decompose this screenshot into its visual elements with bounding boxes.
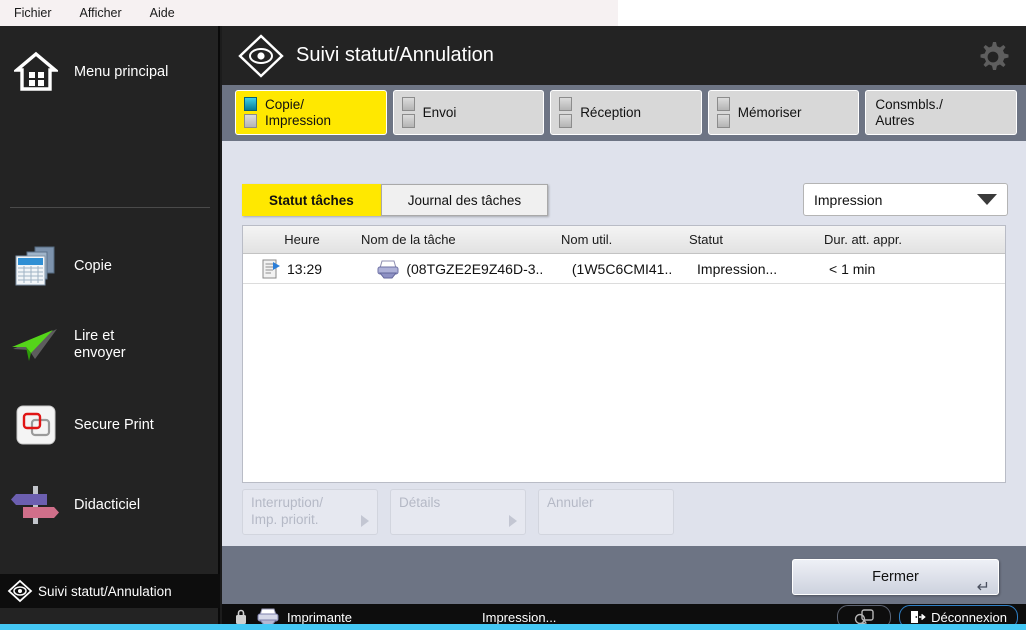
filter-selected-value: Impression xyxy=(814,192,977,208)
table-row[interactable]: 13:29 (08TGZE2E9Z46D-3.. (1W5C6CMI41.. I… xyxy=(243,254,1005,284)
subtab-journal-des-taches[interactable]: Journal des tâches xyxy=(381,184,548,216)
tutorial-signpost-icon xyxy=(8,477,64,533)
cell-nom-util: (1W5C6CMI41.. xyxy=(572,261,697,277)
cell-duree: < 1 min xyxy=(829,261,1005,277)
tab-indicator-a xyxy=(402,97,415,111)
cell-heure: 13:29 xyxy=(243,258,376,280)
column-header-heure: Heure xyxy=(243,232,361,247)
tab-reception[interactable]: Réception xyxy=(550,90,702,135)
logout-label: Déconnexion xyxy=(931,610,1007,625)
sidebar-item-menu-principal[interactable]: Menu principal xyxy=(0,42,220,102)
eye-diamond-icon xyxy=(6,579,34,603)
cell-nom-tache: (08TGZE2E9Z46D-3.. xyxy=(376,258,572,280)
gear-icon[interactable] xyxy=(976,40,1010,74)
sidebar-item-label: Secure Print xyxy=(74,417,154,434)
tab-consommables-autres[interactable]: Consmbls./ Autres xyxy=(865,90,1017,135)
sidebar-item-didacticiel[interactable]: Didacticiel xyxy=(0,476,220,534)
main-panel: Suivi statut/Annulation Copie/ Impressio… xyxy=(222,26,1026,630)
cell-statut: Impression... xyxy=(697,261,829,277)
tab-indicator-print xyxy=(244,114,257,128)
arrow-right-icon xyxy=(361,515,369,527)
action-label: Interruption/ Imp. priorit. xyxy=(251,494,369,528)
close-button[interactable]: Fermer xyxy=(792,559,999,595)
action-label: Détails xyxy=(399,494,517,511)
column-header-nom-util: Nom util. xyxy=(561,232,689,247)
tab-indicator-b xyxy=(717,114,730,128)
sub-tab-group: Statut tâches Journal des tâches xyxy=(242,184,548,216)
app-frame: Menu principal xyxy=(0,26,1026,630)
status-job-text: Impression... xyxy=(482,610,556,625)
tab-label: Réception xyxy=(580,105,641,121)
cell-heure-text: 13:29 xyxy=(287,261,322,277)
tab-indicator-a xyxy=(717,97,730,111)
column-header-nom-tache: Nom de la tâche xyxy=(361,232,561,247)
menu-bar: Fichier Afficher Aide xyxy=(0,0,618,26)
tab-envoi[interactable]: Envoi xyxy=(393,90,545,135)
column-header-duree: Dur. att. appr. xyxy=(824,232,1004,247)
interruption-priority-print-button[interactable]: Interruption/ Imp. priorit. xyxy=(242,489,378,535)
table-header-row: Heure Nom de la tâche Nom util. Statut D… xyxy=(243,226,1005,254)
tab-indicators xyxy=(559,97,572,128)
cell-nom-tache-text: (08TGZE2E9Z46D-3.. xyxy=(406,261,543,277)
tab-label: Copie/ Impression xyxy=(265,97,331,129)
tab-indicator-b xyxy=(402,114,415,128)
menu-item-afficher[interactable]: Afficher xyxy=(80,6,122,20)
tab-label: Envoi xyxy=(423,105,457,121)
sidebar-item-copie[interactable]: Copie xyxy=(0,237,220,295)
secure-print-icon xyxy=(8,397,64,453)
arrow-right-icon xyxy=(509,515,517,527)
sidebar-item-lire-et-envoyer[interactable]: Lire et envoyer xyxy=(0,316,220,374)
sidebar: Menu principal xyxy=(0,26,220,630)
printer-job-icon xyxy=(376,258,400,280)
job-list-table: Heure Nom de la tâche Nom util. Statut D… xyxy=(242,225,1006,483)
column-header-statut: Statut xyxy=(689,232,824,247)
sidebar-divider xyxy=(10,207,210,208)
main-header: Suivi statut/Annulation xyxy=(222,26,1026,85)
content-panel: Statut tâches Journal des tâches Impress… xyxy=(222,141,1026,546)
document-print-icon xyxy=(261,258,281,280)
job-type-filter-select[interactable]: Impression xyxy=(803,183,1008,216)
sidebar-item-label: Didacticiel xyxy=(74,497,140,514)
tab-copie-impression[interactable]: Copie/ Impression xyxy=(235,90,387,135)
tab-indicator-a xyxy=(559,97,572,111)
sidebar-item-label: Copie xyxy=(74,258,112,275)
footer-bar: Fermer ↵ xyxy=(222,546,1026,604)
action-label: Annuler xyxy=(547,494,665,511)
menu-bar-filler xyxy=(618,0,1026,26)
eye-diamond-icon xyxy=(236,33,286,79)
cancel-button[interactable]: Annuler xyxy=(538,489,674,535)
tab-indicator-b xyxy=(559,114,572,128)
subtab-statut-taches[interactable]: Statut tâches xyxy=(242,184,381,216)
tab-strip: Copie/ Impression Envoi Réception xyxy=(222,85,1026,141)
enter-key-glyph: ↵ xyxy=(977,580,990,596)
page-title: Suivi statut/Annulation xyxy=(296,44,494,67)
status-device-label: Imprimante xyxy=(287,610,352,625)
tab-label: Mémoriser xyxy=(738,105,802,121)
sidebar-item-label: Lire et envoyer xyxy=(74,328,126,362)
home-icon xyxy=(8,44,64,100)
tab-indicators xyxy=(244,97,257,128)
sidebar-status-monitor[interactable]: Suivi statut/Annulation xyxy=(0,574,220,608)
tab-indicators xyxy=(717,97,730,128)
tab-label: Consmbls./ Autres xyxy=(875,97,943,129)
sidebar-footer-label: Suivi statut/Annulation xyxy=(38,584,172,599)
bottom-accent-bar xyxy=(0,624,1026,630)
menu-item-fichier[interactable]: Fichier xyxy=(14,6,52,20)
sidebar-item-label: Menu principal xyxy=(74,64,168,81)
details-button[interactable]: Détails xyxy=(390,489,526,535)
action-button-group: Interruption/ Imp. priorit. Détails Annu… xyxy=(242,489,674,535)
logout-door-icon xyxy=(910,610,926,624)
chevron-down-icon xyxy=(977,194,997,205)
tab-indicator-copy xyxy=(244,97,257,111)
tab-indicators xyxy=(402,97,415,128)
menu-item-aide[interactable]: Aide xyxy=(150,6,175,20)
copy-icon xyxy=(8,238,64,294)
send-icon xyxy=(8,317,64,373)
sidebar-item-secure-print[interactable]: Secure Print xyxy=(0,396,220,454)
tab-memoriser[interactable]: Mémoriser xyxy=(708,90,860,135)
